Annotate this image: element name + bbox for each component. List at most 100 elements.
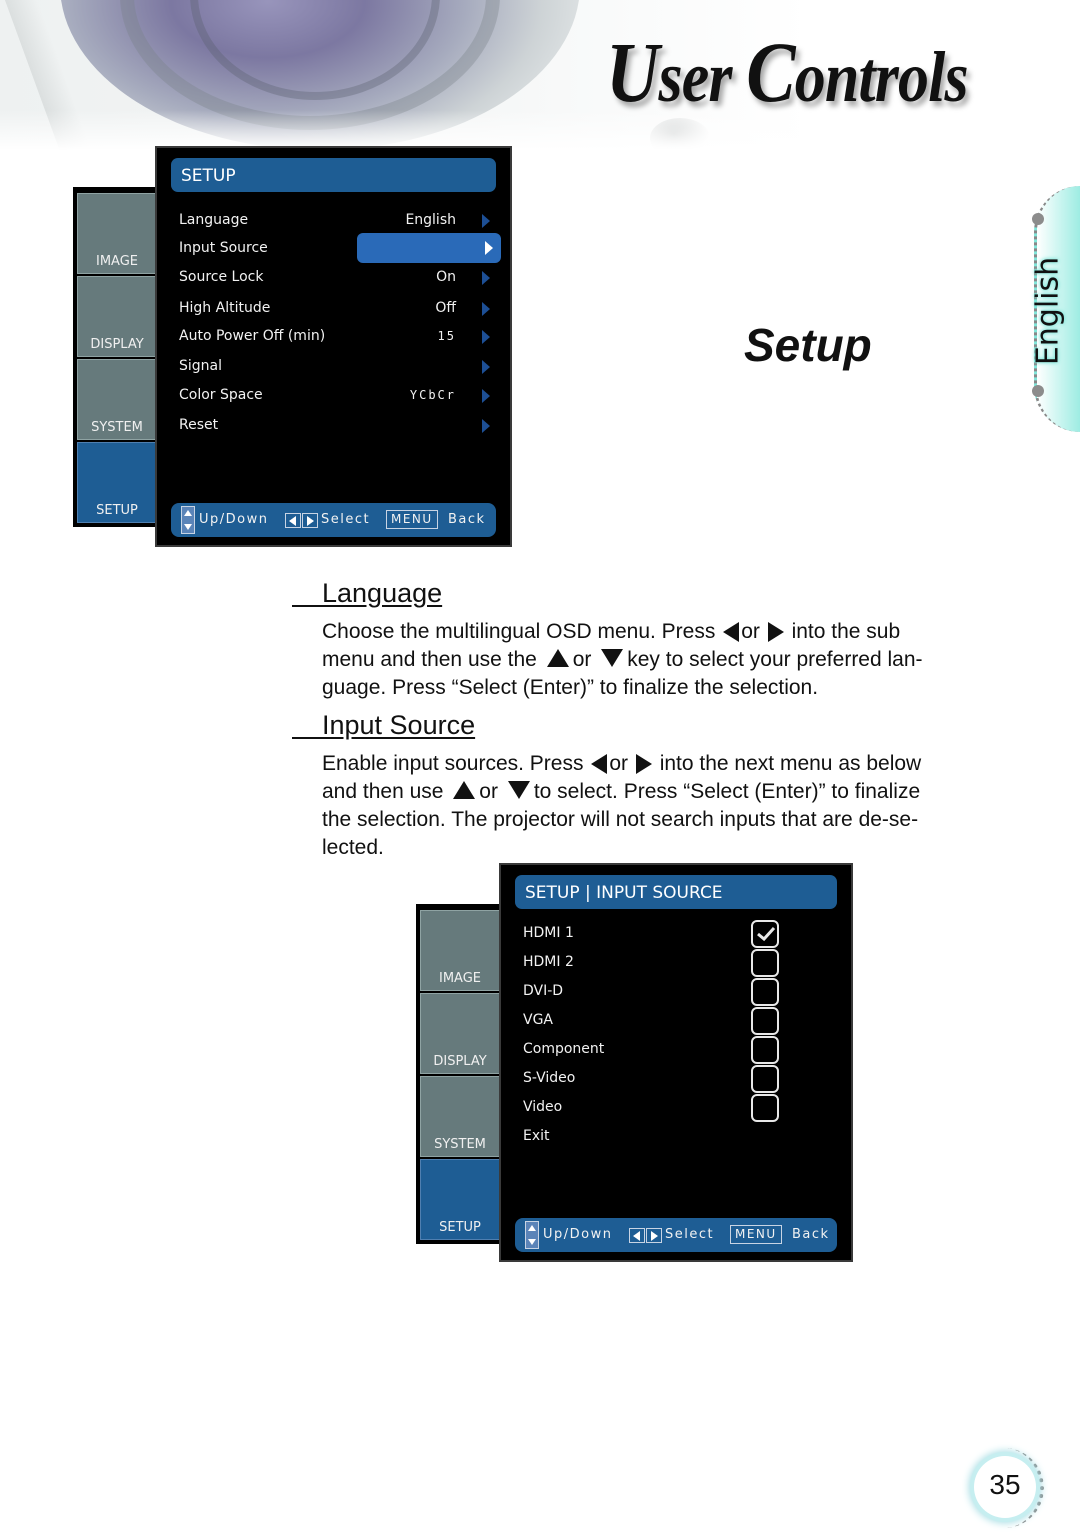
- item-value: 15: [437, 329, 456, 343]
- footer-select-label: Select: [665, 1227, 715, 1242]
- chevron-right-icon: [482, 214, 490, 228]
- item-label: Exit: [523, 1128, 550, 1144]
- item-label: Source Lock: [179, 269, 264, 285]
- osd-item-signal[interactable]: Signal: [179, 353, 500, 379]
- item-label: S-Video: [523, 1070, 576, 1086]
- dot-decoration: [1032, 385, 1044, 397]
- input-source-section-title: Input Source: [292, 710, 475, 741]
- text-span: into the next menu as below: [659, 752, 922, 775]
- text-line: the selection. The projector will not se…: [322, 808, 919, 831]
- section-heading: Setup: [744, 319, 872, 371]
- text-line: Choose the multilingual OSD menu. Press …: [322, 618, 1002, 646]
- text-span: menu and then use the: [322, 648, 537, 671]
- osd-item-language[interactable]: Language English: [179, 207, 500, 233]
- right-arrow-icon: [767, 622, 784, 643]
- checkbox[interactable]: [751, 1065, 779, 1093]
- osd-input-item-exit[interactable]: Exit: [523, 1123, 841, 1149]
- tab-label: SETUP: [96, 503, 138, 518]
- text-span: or: [609, 752, 629, 775]
- text-line: lected.: [322, 836, 384, 859]
- osd-item-source-lock[interactable]: Source Lock On: [179, 264, 500, 290]
- osd-setup-header: SETUP: [171, 158, 496, 192]
- item-label: HDMI 1: [523, 925, 574, 941]
- tab-label: SYSTEM: [434, 1137, 486, 1152]
- checkbox[interactable]: [751, 949, 779, 977]
- tab-label: IMAGE: [95, 254, 138, 269]
- page-number: 35: [989, 1469, 1021, 1500]
- osd-item-high-altitude[interactable]: High Altitude Off: [179, 295, 500, 321]
- item-value: On: [436, 269, 456, 285]
- osd-input-footer: Up/Down Select MENU Back: [515, 1218, 837, 1252]
- osd-tab-display[interactable]: DISPLAY: [77, 276, 157, 357]
- header-banner: User Controls: [0, 0, 1080, 150]
- item-label: Video: [523, 1099, 563, 1115]
- menu-key-icon: MENU: [730, 1225, 782, 1244]
- text-line: and then use or to select. Press “Select…: [322, 778, 1002, 806]
- text-span: or: [741, 620, 760, 643]
- tab-label: IMAGE: [438, 971, 481, 986]
- item-label: DVI-D: [523, 983, 564, 999]
- chevron-right-icon: [482, 389, 490, 403]
- osd-tab-system[interactable]: SYSTEM: [420, 1076, 500, 1157]
- chevron-right-icon: [482, 330, 490, 344]
- item-value: English: [405, 212, 456, 228]
- footer-updown-label: Up/Down: [543, 1227, 613, 1242]
- title-part: U: [606, 24, 659, 120]
- osd-tab-image[interactable]: IMAGE: [420, 910, 500, 991]
- osd-tab-setup[interactable]: SETUP: [77, 442, 157, 523]
- text-line: menu and then use the or key to select y…: [322, 646, 1002, 674]
- osd-setup-panel: SETUP Language English Input Source Sour…: [155, 146, 512, 547]
- osd-item-color-space[interactable]: Color Space YCbCr: [179, 382, 500, 408]
- item-label: Reset: [179, 417, 219, 433]
- checkbox[interactable]: [751, 978, 779, 1006]
- osd-input-item-video[interactable]: Video: [523, 1094, 841, 1122]
- chevron-right-icon: [482, 419, 490, 433]
- osd-input-item-component[interactable]: Component: [523, 1036, 841, 1064]
- osd-tab-image[interactable]: IMAGE: [77, 193, 157, 274]
- osd-tab-system[interactable]: SYSTEM: [77, 359, 157, 440]
- item-label: Language: [179, 212, 249, 228]
- left-arrow-icon: [285, 513, 301, 528]
- chevron-right-icon: [485, 241, 493, 255]
- language-side-text: English: [1030, 256, 1066, 366]
- osd-input-item-svideo[interactable]: S-Video: [523, 1065, 841, 1093]
- checkbox[interactable]: [751, 1094, 779, 1122]
- dot-decoration: [1032, 213, 1044, 225]
- right-arrow-icon: [646, 1228, 662, 1243]
- checkbox[interactable]: [751, 1036, 779, 1064]
- footer-back-label: Back: [792, 1227, 830, 1242]
- osd-input-item-vga[interactable]: VGA: [523, 1007, 841, 1035]
- down-arrow-icon: [601, 649, 624, 667]
- up-arrow-icon: [453, 781, 476, 799]
- footer-back-label: Back: [448, 512, 486, 527]
- osd-item-reset[interactable]: Reset: [179, 412, 500, 438]
- osd-input-item-hdmi2[interactable]: HDMI 2: [523, 949, 841, 977]
- osd-setup-tab-column: IMAGE DISPLAY SYSTEM SETUP: [73, 187, 159, 527]
- right-arrow-icon: [302, 513, 318, 528]
- osd-input-item-dvid[interactable]: DVI-D: [523, 978, 841, 1006]
- input-source-description: Enable input sources. Press or into the …: [322, 750, 1002, 862]
- text-span: or: [479, 780, 498, 803]
- up-down-icon: [525, 1221, 539, 1249]
- title-part: ontrols: [794, 37, 969, 117]
- text-span: to select. Press “Select (Enter)” to fin…: [533, 780, 921, 803]
- page-number-badge: 35: [974, 1456, 1036, 1518]
- text-line: Enable input sources. Press or into the …: [322, 750, 1002, 778]
- checkbox[interactable]: [751, 1007, 779, 1035]
- up-arrow-icon: [546, 649, 569, 667]
- tab-label: SYSTEM: [91, 420, 143, 435]
- item-label: Color Space: [179, 387, 263, 403]
- up-down-icon: [181, 506, 195, 534]
- osd-input-panel: SETUP | INPUT SOURCE HDMI 1 HDMI 2 DVI-D…: [499, 863, 853, 1262]
- osd-input-item-hdmi1[interactable]: HDMI 1: [523, 920, 841, 948]
- right-arrow-icon: [635, 754, 652, 775]
- osd-item-input-source[interactable]: Input Source: [179, 233, 501, 263]
- checkbox-checked[interactable]: [751, 920, 779, 948]
- text-span: key to select your preferred lan-: [627, 648, 923, 671]
- osd-tab-display[interactable]: DISPLAY: [420, 993, 500, 1074]
- item-label: HDMI 2: [523, 954, 574, 970]
- tab-label: DISPLAY: [90, 337, 144, 352]
- osd-tab-setup[interactable]: SETUP: [420, 1159, 500, 1240]
- osd-item-auto-power-off[interactable]: Auto Power Off (min) 15: [179, 323, 500, 349]
- left-arrow-icon: [629, 1228, 645, 1243]
